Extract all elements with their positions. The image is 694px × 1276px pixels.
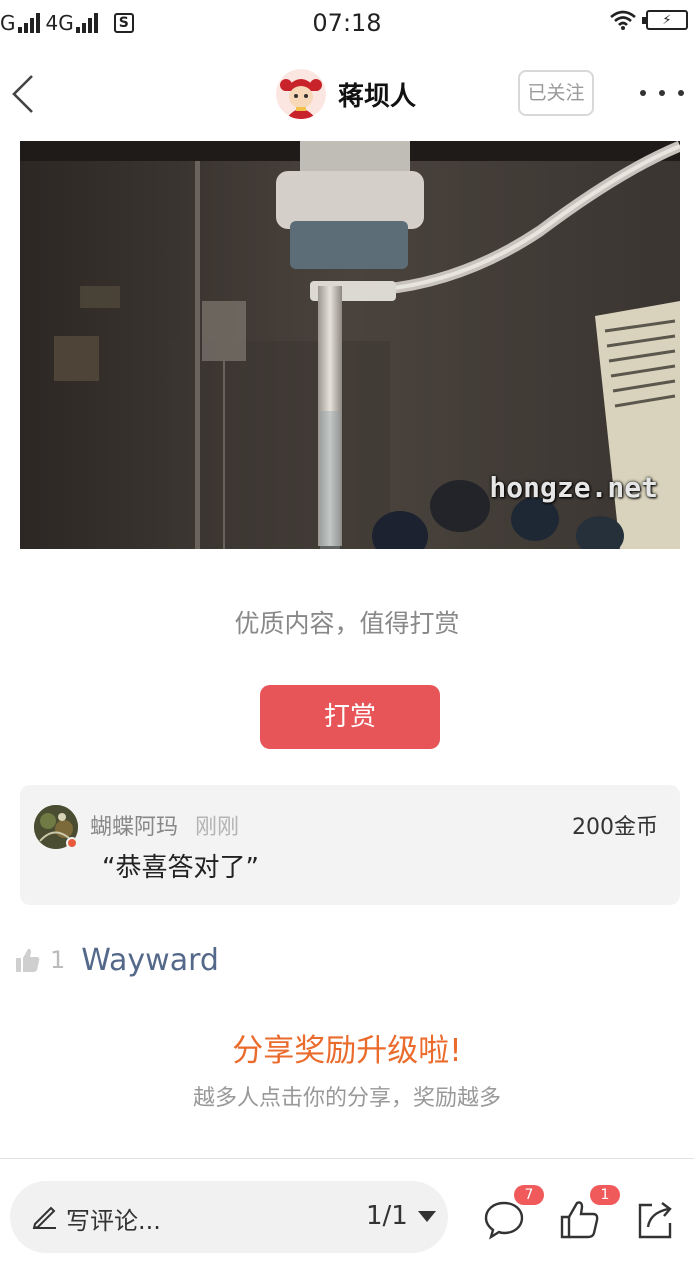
reward-prompt: 优质内容，值得打赏 [234, 609, 460, 638]
follow-button[interactable]: 已关注 [518, 70, 594, 116]
author-avatar[interactable] [276, 69, 326, 119]
bottom-action-bar: 写评论... 1/1 7 1 [0, 1158, 694, 1276]
reward-button[interactable]: 打赏 [260, 685, 440, 749]
more-dot-icon [659, 90, 665, 96]
share-button[interactable] [634, 1197, 678, 1241]
thumbs-up-icon[interactable] [16, 947, 40, 973]
page-indicator[interactable]: 1/1 [366, 1201, 408, 1231]
share-promo-subtitle: 越多人点击你的分享，奖励越多 [192, 1086, 501, 1111]
wifi-icon [610, 10, 636, 30]
author-info[interactable]: 蒋坝人 [276, 68, 416, 120]
top-nav: 蒋坝人 已关注 [0, 60, 694, 130]
battery-icon: ⚡ [642, 10, 688, 30]
avatar-badge-icon [66, 837, 78, 849]
more-dot-icon [678, 90, 684, 96]
reward-message: “恭喜答对了” [102, 853, 259, 883]
reward-amount: 200金币 [572, 815, 658, 840]
status-bar: G 4G S 07:18 ⚡ [0, 0, 694, 46]
status-right: ⚡ [610, 10, 688, 30]
chevron-left-icon [12, 75, 33, 113]
like-count-badge: 1 [590, 1185, 620, 1205]
more-button[interactable] [640, 80, 684, 106]
share-icon [638, 1202, 672, 1239]
more-dot-icon [640, 90, 646, 96]
back-button[interactable] [10, 74, 36, 114]
share-promo-title[interactable]: 分享奖励升级啦! [0, 1025, 694, 1070]
article-page: G 4G S 07:18 ⚡ 蒋坝人 已关注 hongze.net 优质内容，值… [0, 0, 694, 1276]
author-name: 蒋坝人 [338, 81, 417, 112]
comment-count-badge: 7 [514, 1185, 544, 1205]
caret-down-icon[interactable] [418, 1211, 436, 1222]
comment-placeholder: 写评论... [66, 1207, 161, 1235]
liker-name[interactable]: Wayward [81, 943, 219, 978]
article-image[interactable]: hongze.net [20, 141, 680, 549]
status-time: 07:18 [312, 9, 382, 37]
reward-record: 蝴蝶阿玛 刚刚 200金币 “恭喜答对了” [20, 785, 680, 905]
pencil-icon [32, 1206, 56, 1229]
watermark: hongze.net [489, 471, 658, 504]
reward-time: 刚刚 [195, 815, 240, 840]
rewarder-name[interactable]: 蝴蝶阿玛 [90, 809, 178, 841]
like-row: 1 Wayward [16, 940, 219, 980]
like-count: 1 [50, 946, 66, 974]
comment-input[interactable]: 写评论... 1/1 [10, 1181, 448, 1253]
